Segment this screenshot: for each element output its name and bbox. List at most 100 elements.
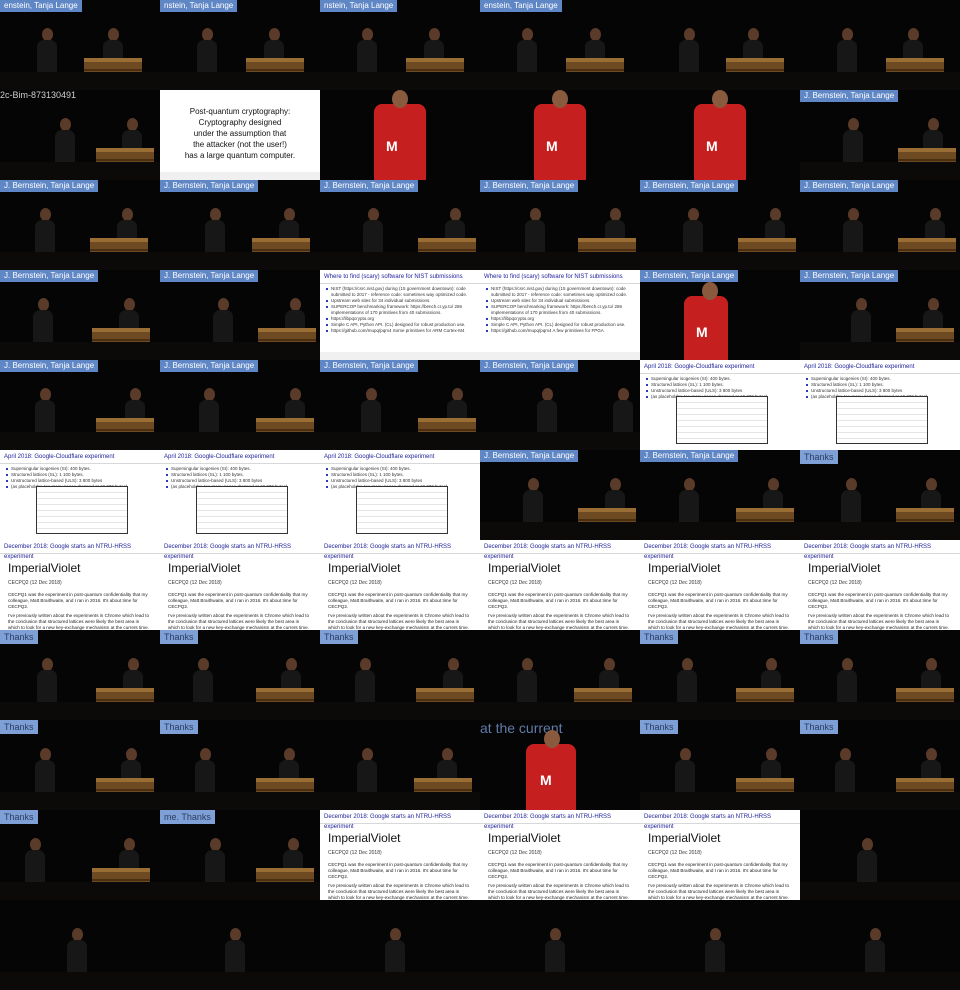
speaker-badge: nstein, Tanja Lange (160, 0, 238, 12)
blog-text: CECPQ1 was the experiment in post-quantu… (328, 592, 472, 630)
frame-stage-r7-c0[interactable]: Thanks (0, 630, 160, 720)
frame-stage-r9-c0[interactable]: Thanks (0, 810, 160, 900)
frame-stage-r2-c4[interactable]: J. Bernstein, Tanja Lange (640, 180, 800, 270)
slide-title: Where to find (scary) software for NIST … (320, 270, 480, 284)
stage-floor (0, 72, 160, 90)
frame-stage-r8-c0[interactable]: Thanks (0, 720, 160, 810)
frame-stage-r8-c2[interactable] (320, 720, 480, 810)
frame-stage-r7-c3[interactable] (480, 630, 640, 720)
frame-stage-r10-c4[interactable] (640, 900, 800, 990)
frame-closeup-r1-c4[interactable]: M (640, 90, 800, 180)
frame-slide-r6-c3[interactable]: December 2018: Google starts an NTRU-HRS… (480, 540, 640, 630)
speaker-badge: J. Bernstein, Tanja Lange (800, 90, 899, 102)
blog-text: CECPQ1 was the experiment in post-quantu… (8, 592, 152, 630)
frame-closeup-r1-c3[interactable]: M (480, 90, 640, 180)
frame-stage-r0-c4[interactable] (640, 0, 800, 90)
frame-slide-r4-c4[interactable]: April 2018: Google-Cloudflare experiment… (640, 360, 800, 450)
video-thumbnail-grid: enstein, Tanja Lange nstein, Tanja Lange… (0, 0, 960, 990)
results-table (36, 486, 128, 534)
frame-stage-r5-c3[interactable]: J. Bernstein, Tanja Lange (480, 450, 640, 540)
frame-slide-r3-c2[interactable]: Where to find (scary) software for NIST … (320, 270, 480, 360)
blog-date: CECPQ2 (12 Dec 2018) (648, 850, 702, 856)
bullet: NIST (https://csrc.nist.gov) during (15 … (486, 286, 634, 298)
frame-stage-r2-c1[interactable]: J. Bernstein, Tanja Lange (160, 180, 320, 270)
frame-stage-r10-c1[interactable] (160, 900, 320, 990)
frame-slide-r6-c0[interactable]: December 2018: Google starts an NTRU-HRS… (0, 540, 160, 630)
frame-stage-r7-c2[interactable]: Thanks (320, 630, 480, 720)
frame-stage-r4-c3[interactable]: J. Bernstein, Tanja Lange (480, 360, 640, 450)
frame-stage-r1-c0[interactable]: 2c-Bim-873130491 (0, 90, 160, 180)
blog-brand: ImperialViolet (168, 561, 241, 575)
frame-stage-r0-c1[interactable]: nstein, Tanja Lange (160, 0, 320, 90)
frame-closeup-r8-c3[interactable]: at the current M (480, 720, 640, 810)
frame-stage-r2-c5[interactable]: J. Bernstein, Tanja Lange (800, 180, 960, 270)
frame-stage-r3-c4[interactable]: J. Bernstein, Tanja Lange M (640, 270, 800, 360)
frame-stage-r3-c0[interactable]: J. Bernstein, Tanja Lange (0, 270, 160, 360)
frame-stage-r10-c5[interactable] (800, 900, 960, 990)
stage-floor (640, 72, 800, 90)
frame-stage-r0-c2[interactable]: nstein, Tanja Lange (320, 0, 480, 90)
thanks-overlay: Thanks (800, 450, 838, 464)
frame-stage-r3-c5[interactable]: J. Bernstein, Tanja Lange (800, 270, 960, 360)
frame-slide-r5-c2[interactable]: April 2018: Google-Cloudflare experiment… (320, 450, 480, 540)
frame-stage-r9-c5[interactable] (800, 810, 960, 900)
slide-title: April 2018: Google-Cloudflare experiment (160, 450, 320, 464)
frame-slide-r3-c3[interactable]: Where to find (scary) software for NIST … (480, 270, 640, 360)
stage-floor (480, 702, 640, 720)
frame-stage-r7-c1[interactable]: Thanks (160, 630, 320, 720)
frame-stage-r10-c2[interactable] (320, 900, 480, 990)
frame-stage-r10-c0[interactable] (0, 900, 160, 990)
frame-stage-r3-c1[interactable]: J. Bernstein, Tanja Lange (160, 270, 320, 360)
frame-stage-r7-c5[interactable]: Thanks (800, 630, 960, 720)
frame-stage-r0-c5[interactable] (800, 0, 960, 90)
frame-stage-r1-c5[interactable]: J. Bernstein, Tanja Lange (800, 90, 960, 180)
imperialviolet-slide: December 2018: Google starts an NTRU-HRS… (0, 540, 160, 630)
paragraph-1: CECPQ1 was the experiment in post-quantu… (648, 592, 788, 609)
frame-stage-r2-c2[interactable]: J. Bernstein, Tanja Lange (320, 180, 480, 270)
frame-slide-r9-c4[interactable]: December 2018: Google starts an NTRU-HRS… (640, 810, 800, 900)
stage-floor (160, 702, 320, 720)
frame-closeup-r1-c2[interactable]: M (320, 90, 480, 180)
frame-stage-r0-c0[interactable]: enstein, Tanja Lange (0, 0, 160, 90)
frame-stage-r5-c5[interactable]: Thanks (800, 450, 960, 540)
stage-floor (160, 972, 320, 990)
frame-stage-r8-c5[interactable]: Thanks (800, 720, 960, 810)
frame-stage-r9-c1[interactable]: me. Thanks (160, 810, 320, 900)
cloudflare-slide: April 2018: Google-Cloudflare experiment… (800, 360, 960, 450)
frame-stage-r7-c4[interactable]: Thanks (640, 630, 800, 720)
frame-stage-r10-c3[interactable] (480, 900, 640, 990)
frame-stage-r0-c3[interactable]: enstein, Tanja Lange (480, 0, 640, 90)
frame-slide-r6-c5[interactable]: December 2018: Google starts an NTRU-HRS… (800, 540, 960, 630)
frame-stage-r4-c2[interactable]: J. Bernstein, Tanja Lange (320, 360, 480, 450)
slide-title: April 2018: Google-Cloudflare experiment (800, 360, 960, 374)
frame-slide-r9-c3[interactable]: December 2018: Google starts an NTRU-HRS… (480, 810, 640, 900)
frame-stage-r5-c4[interactable]: J. Bernstein, Tanja Lange (640, 450, 800, 540)
frame-stage-r4-c0[interactable]: J. Bernstein, Tanja Lange (0, 360, 160, 450)
frame-slide-r4-c5[interactable]: April 2018: Google-Cloudflare experiment… (800, 360, 960, 450)
stage-floor (800, 342, 960, 360)
stage-floor (800, 72, 960, 90)
blog-brand: ImperialViolet (328, 831, 401, 845)
frame-stage-r4-c1[interactable]: J. Bernstein, Tanja Lange (160, 360, 320, 450)
frame-stage-r2-c0[interactable]: J. Bernstein, Tanja Lange (0, 180, 160, 270)
speaker-badge: J. Bernstein, Tanja Lange (0, 360, 99, 372)
frame-stage-r2-c3[interactable]: J. Bernstein, Tanja Lange (480, 180, 640, 270)
shirt-logo: M (546, 138, 558, 154)
frame-slide-r1-c1[interactable]: Post-quantum cryptography: Cryptography … (160, 90, 320, 180)
frame-stage-r8-c4[interactable]: Thanks (640, 720, 800, 810)
frame-stage-r8-c1[interactable]: Thanks (160, 720, 320, 810)
frame-slide-r5-c1[interactable]: April 2018: Google-Cloudflare experiment… (160, 450, 320, 540)
frame-slide-r5-c0[interactable]: April 2018: Google-Cloudflare experiment… (0, 450, 160, 540)
frame-slide-r6-c2[interactable]: December 2018: Google starts an NTRU-HRS… (320, 540, 480, 630)
frame-slide-r6-c4[interactable]: December 2018: Google starts an NTRU-HRS… (640, 540, 800, 630)
results-table (676, 396, 768, 444)
frame-slide-r6-c1[interactable]: December 2018: Google starts an NTRU-HRS… (160, 540, 320, 630)
stage-floor (160, 882, 320, 900)
frame-slide-r9-c2[interactable]: December 2018: Google starts an NTRU-HRS… (320, 810, 480, 900)
blog-brand: ImperialViolet (648, 831, 721, 845)
speaker-badge: J. Bernstein, Tanja Lange (320, 180, 419, 192)
stage-floor (800, 882, 960, 900)
paragraph-1: CECPQ1 was the experiment in post-quantu… (8, 592, 148, 609)
stage-floor (0, 882, 160, 900)
paragraph-1: CECPQ1 was the experiment in post-quantu… (328, 592, 468, 609)
